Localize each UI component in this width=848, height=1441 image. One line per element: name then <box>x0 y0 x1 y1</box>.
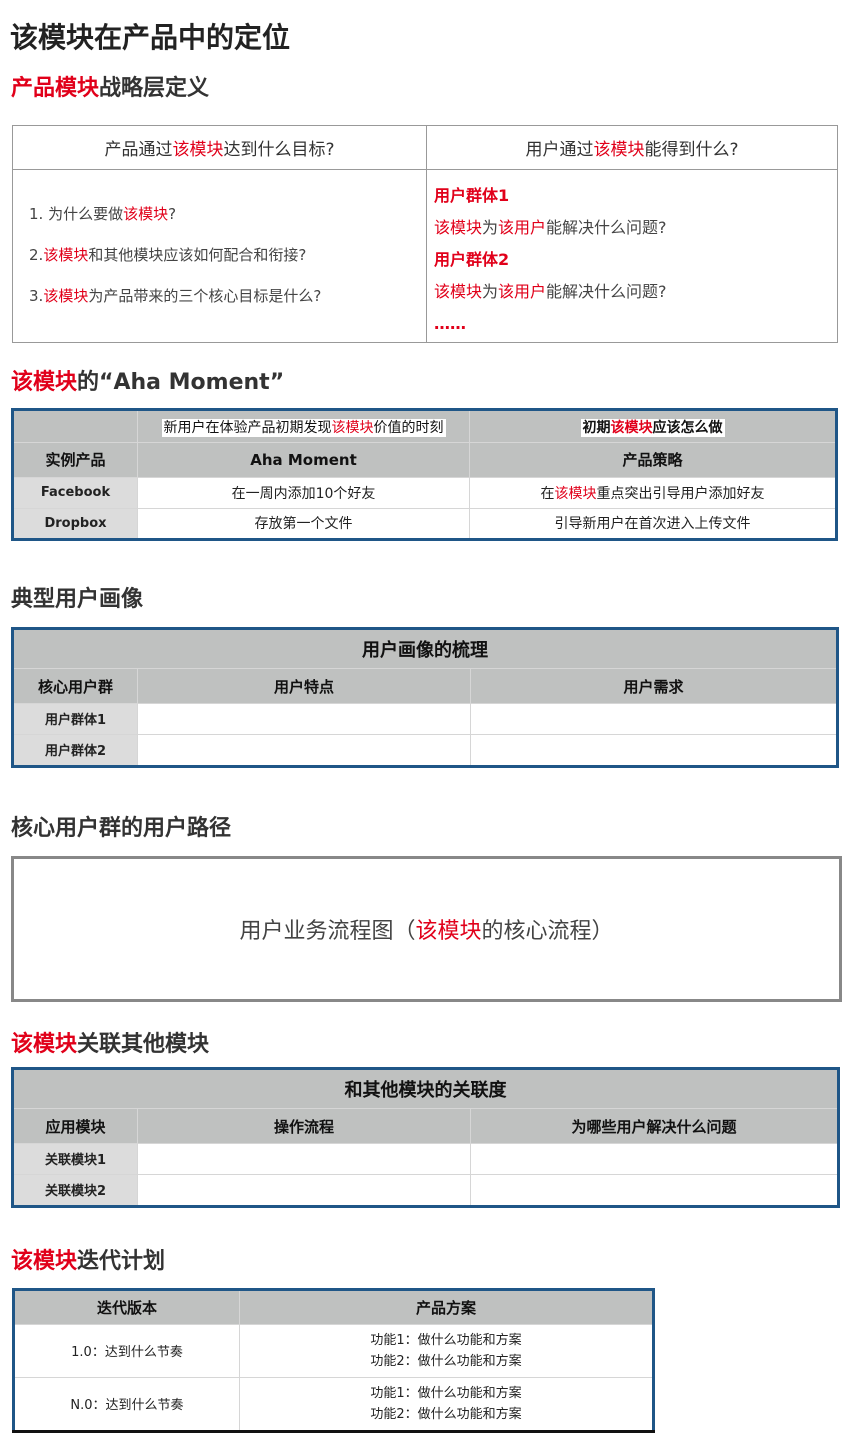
section-strategy-title: 产品模块战略层定义 <box>11 76 210 101</box>
section-related-title: 该模块关联其他模块 <box>11 1032 210 1057</box>
col-header: 实例产品 <box>12 442 138 478</box>
flowchart-placeholder: 用户业务流程图（ 该模块 的核心流程） <box>11 856 842 1002</box>
page-title: 该模块在产品中的定位 <box>10 21 291 54</box>
section-aha-title: 该模块的“Aha Moment” <box>11 370 285 395</box>
table-row: Facebook 在一周内添加10个好友 在该模块重点突出引导用户添加好友 <box>12 476 837 509</box>
aha-table: 新用户在体验产品初期发现该模块价值的时刻 初期该模块应该怎么做 实例产品 Aha … <box>11 408 838 541</box>
section-persona-title: 典型用户画像 <box>11 587 144 612</box>
section-iteration-title: 该模块迭代计划 <box>11 1249 166 1274</box>
table-row: 关联模块1 <box>12 1143 839 1175</box>
related-table: 和其他模块的关联度 应用模块 操作流程 为哪些用户解决什么问题 关联模块1 关联模块… <box>11 1067 840 1208</box>
persona-table: 用户画像的梳理 核心用户群 用户特点 用户需求 用户群体1 用户群体2 <box>11 627 839 768</box>
table-row: 1.0：达到什么节奏 功能1：做什么功能和方案 功能2：做什么功能和方案 <box>13 1324 654 1378</box>
user-groups: 用户群体1 该模块为该用户能解决什么问题? 用户群体2 该模块为该用户能解决什么… <box>426 169 838 343</box>
iteration-table: 迭代版本 产品方案 1.0：达到什么节奏 功能1：做什么功能和方案 功能2：做什么功能… <box>12 1288 655 1433</box>
table-row: 关联模块2 <box>12 1173 839 1208</box>
table-row: Dropbox 存放第一个文件 引导新用户在首次进入上传文件 <box>12 507 837 541</box>
col-header: Aha Moment <box>137 442 470 478</box>
table-row: 用户群体1 <box>12 703 838 735</box>
table-row: 用户群体2 <box>12 733 838 768</box>
header-user-gain: 用户通过该模块能得到什么? <box>426 125 838 170</box>
goal-questions: 1. 为什么要做该模块? 2.该模块和其他模块应该如何配合和衔接? 3.该模块为… <box>12 169 427 343</box>
col-header: 产品策略 <box>469 442 837 478</box>
strategy-table: 产品通过该模块达到什么目标? 用户通过该模块能得到什么? 1. 为什么要做该模块… <box>12 125 838 343</box>
header-product-goal: 产品通过该模块达到什么目标? <box>12 125 427 170</box>
section-path-title: 核心用户群的用户路径 <box>11 816 232 841</box>
table-row: N.0：达到什么节奏 功能1：做什么功能和方案 功能2：做什么功能和方案 <box>13 1376 654 1433</box>
